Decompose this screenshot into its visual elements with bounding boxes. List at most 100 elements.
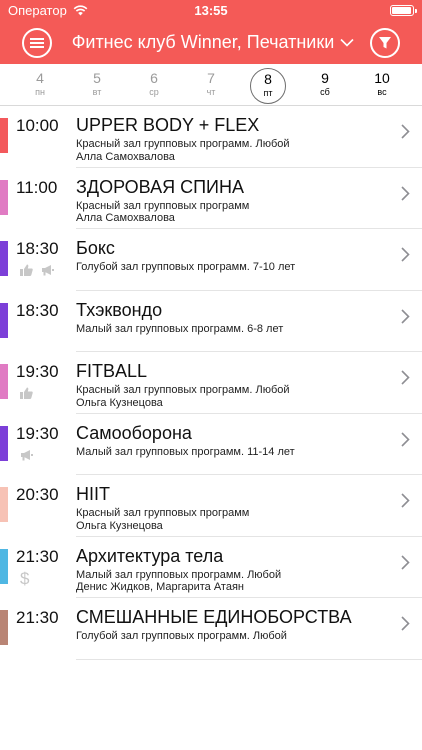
class-title: FITBALL bbox=[76, 361, 148, 381]
class-room: Голубой зал групповых программ. 7-10 лет bbox=[76, 261, 296, 273]
class-title: Тхэквондо bbox=[76, 299, 163, 320]
day-of-week: вт bbox=[92, 87, 102, 97]
nav-bar: Фитнес клуб Winner, Печатники bbox=[0, 26, 422, 62]
day-number: 7 bbox=[207, 70, 215, 86]
day-number: 10 bbox=[374, 70, 390, 86]
day-of-week: сб bbox=[320, 87, 330, 97]
class-row[interactable]: 21:30 СМЕШАННЫЕ ЕДИНОБОРСТВА Голубой зал г… bbox=[0, 598, 422, 660]
day-of-week: пт bbox=[263, 88, 273, 98]
club-title: Фитнес клуб Winner, Печатники bbox=[71, 32, 335, 52]
club-selector[interactable]: Фитнес клуб Winner, Печатники bbox=[64, 32, 362, 53]
category-color-bar bbox=[0, 241, 8, 276]
day-number: 5 bbox=[93, 70, 101, 86]
category-color-bar bbox=[0, 425, 8, 461]
chevron-right-icon bbox=[401, 616, 410, 636]
day-of-week: чт bbox=[206, 87, 216, 97]
class-trainer: Ольга Кузнецова bbox=[76, 396, 163, 409]
day-of-week: вс bbox=[377, 87, 387, 97]
day-number: 4 bbox=[36, 70, 44, 86]
thumb-up-icon bbox=[20, 386, 33, 404]
class-trainer: Алла Самохвалова bbox=[76, 150, 175, 163]
class-row[interactable]: 11:00 ЗДОРОВАЯ СПИНА Красный зал групповых… bbox=[0, 168, 422, 229]
schedule-list: 10:00 UPPER BODY + FLEX Красный зал группо… bbox=[0, 106, 422, 660]
category-color-bar bbox=[0, 179, 8, 215]
menu-button[interactable] bbox=[22, 28, 52, 58]
category-color-bar bbox=[0, 610, 8, 645]
megaphone-icon bbox=[41, 263, 54, 281]
class-room: Малый зал групповых программ. Любой bbox=[76, 568, 282, 581]
chevron-right-icon bbox=[401, 493, 410, 513]
class-details: Голубой зал групповых программ. Любой bbox=[76, 630, 287, 643]
class-row[interactable]: 10:00 UPPER BODY + FLEX Красный зал группо… bbox=[0, 106, 422, 168]
class-room: Голубой зал групповых программ. Любой bbox=[76, 630, 287, 642]
class-row[interactable]: 18:30 Тхэквондо Малый зал групповых програ… bbox=[0, 291, 422, 352]
hamburger-icon bbox=[30, 38, 44, 48]
class-time: 21:30 bbox=[16, 546, 59, 566]
status-bar: Оператор 13:55 bbox=[0, 0, 422, 22]
class-details: Малый зал групповых программ. 6-8 лет bbox=[76, 323, 283, 336]
filter-button[interactable] bbox=[370, 28, 400, 58]
day-4[interactable]: 4 пн bbox=[22, 68, 58, 104]
day-6[interactable]: 6 ср bbox=[136, 68, 172, 104]
class-time: 21:30 bbox=[16, 608, 59, 627]
class-title: Самооборона bbox=[76, 422, 192, 443]
class-time: 20:30 bbox=[16, 485, 59, 504]
status-time: 13:55 bbox=[194, 3, 228, 18]
day-10[interactable]: 10 вс bbox=[364, 68, 400, 104]
class-details: Малый зал групповых программ. 11-14 лет bbox=[76, 446, 295, 459]
class-row[interactable]: 20:30 HIIT Красный зал групповых программ О… bbox=[0, 475, 422, 537]
class-details: Красный зал групповых программ. Любой Оль… bbox=[76, 384, 290, 409]
filter-icon bbox=[379, 37, 391, 49]
class-trainer: Алла Самохвалова bbox=[76, 212, 175, 224]
class-details: Красный зал групповых программ. Любой Алл… bbox=[76, 138, 290, 163]
day-5[interactable]: 5 вт bbox=[79, 68, 115, 104]
class-row[interactable]: 19:30 Самооборона Малый зал групповых прог… bbox=[0, 414, 422, 475]
class-time: 18:30 bbox=[16, 300, 59, 320]
day-of-week: пн bbox=[35, 87, 45, 97]
category-color-bar bbox=[0, 548, 8, 584]
class-room: Красный зал групповых программ bbox=[76, 199, 250, 212]
class-trainer: Денис Жидков, Маргарита Атаян bbox=[76, 581, 244, 593]
day-of-week: ср bbox=[149, 87, 159, 97]
day-number: 6 bbox=[150, 70, 158, 86]
category-color-bar bbox=[0, 364, 8, 399]
class-row[interactable]: 18:30 Бокс Голубой зал групповых программ.… bbox=[0, 229, 422, 291]
chevron-right-icon bbox=[401, 308, 410, 329]
class-row[interactable]: 19:30 FITBALL Красный зал групповых програ… bbox=[0, 352, 422, 414]
class-icons bbox=[20, 263, 54, 281]
class-room: Малый зал групповых программ. 6-8 лет bbox=[76, 322, 284, 335]
class-room: Малый зал групповых программ. 11-14 лет bbox=[76, 445, 295, 458]
class-details: Красный зал групповых программ Ольга Кузн… bbox=[76, 507, 249, 532]
class-time: 19:30 bbox=[16, 423, 59, 443]
app-header: Оператор 13:55 Фитнес клуб Winner, Печат… bbox=[0, 0, 422, 64]
class-room: Красный зал групповых программ bbox=[76, 507, 250, 519]
category-color-bar bbox=[0, 302, 8, 338]
class-icons bbox=[20, 386, 33, 404]
dollar-icon: $ bbox=[20, 568, 30, 588]
day-8[interactable]: 8 пт bbox=[250, 68, 286, 104]
class-room: Красный зал групповых программ. Любой bbox=[76, 384, 290, 396]
class-title: ЗДОРОВАЯ СПИНА bbox=[76, 176, 244, 197]
class-time: 11:00 bbox=[16, 177, 58, 197]
day-9[interactable]: 9 сб bbox=[307, 68, 343, 104]
class-title: СМЕШАННЫЕ ЕДИНОБОРСТВА bbox=[76, 607, 352, 627]
category-color-bar bbox=[0, 487, 8, 522]
class-title: HIIT bbox=[76, 484, 110, 504]
class-time: 19:30 bbox=[16, 362, 59, 381]
class-trainer: Ольга Кузнецова bbox=[76, 519, 163, 532]
row-separator bbox=[76, 658, 422, 660]
category-color-bar bbox=[0, 118, 8, 153]
chevron-down-icon bbox=[340, 38, 354, 47]
class-details: Голубой зал групповых программ. 7-10 лет bbox=[76, 261, 295, 274]
class-row[interactable]: 21:30 $ Архитектура тела Малый зал групповы… bbox=[0, 537, 422, 598]
day-7[interactable]: 7 чт bbox=[193, 68, 229, 104]
class-time: 10:00 bbox=[16, 116, 59, 135]
class-details: Малый зал групповых программ. Любой Денис… bbox=[76, 569, 281, 594]
day-number: 9 bbox=[321, 70, 329, 86]
day-picker: 4 пн 5 вт 6 ср 7 чт 8 пт 9 сб 10 вс bbox=[0, 64, 422, 106]
chevron-right-icon bbox=[401, 247, 410, 267]
chevron-right-icon bbox=[401, 431, 410, 452]
class-icons bbox=[20, 448, 33, 466]
class-icons: $ bbox=[20, 568, 30, 589]
class-details: Красный зал групповых программ Алла Самох… bbox=[76, 200, 249, 225]
